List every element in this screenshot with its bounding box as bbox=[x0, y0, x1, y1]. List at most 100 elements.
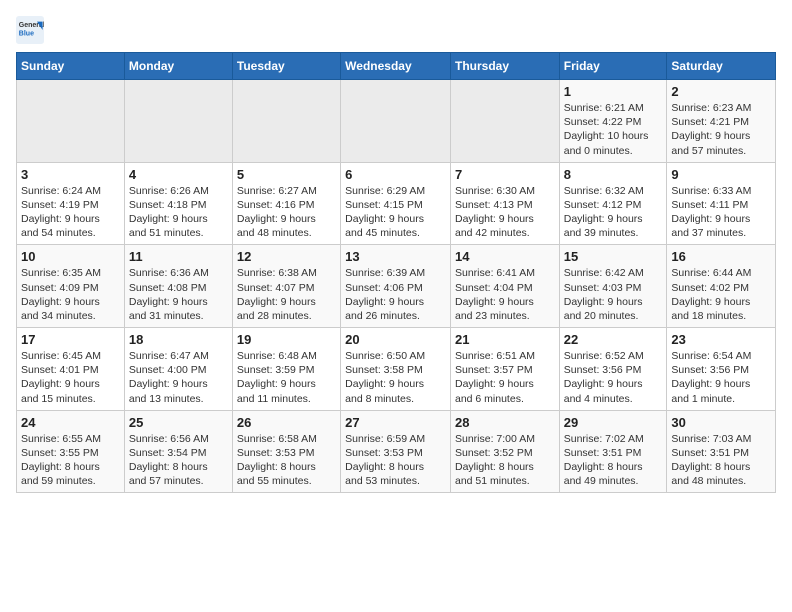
week-row-4: 24Sunrise: 6:55 AM Sunset: 3:55 PM Dayli… bbox=[17, 410, 776, 493]
logo: General Blue bbox=[16, 16, 48, 44]
day-number: 4 bbox=[129, 167, 228, 182]
day-number: 17 bbox=[21, 332, 120, 347]
day-number: 16 bbox=[671, 249, 771, 264]
day-info: Sunrise: 6:39 AM Sunset: 4:06 PM Dayligh… bbox=[345, 266, 446, 323]
header-thursday: Thursday bbox=[450, 53, 559, 80]
day-cell: 18Sunrise: 6:47 AM Sunset: 4:00 PM Dayli… bbox=[124, 328, 232, 411]
day-number: 29 bbox=[564, 415, 663, 430]
day-info: Sunrise: 6:32 AM Sunset: 4:12 PM Dayligh… bbox=[564, 184, 663, 241]
day-number: 20 bbox=[345, 332, 446, 347]
day-info: Sunrise: 6:35 AM Sunset: 4:09 PM Dayligh… bbox=[21, 266, 120, 323]
day-info: Sunrise: 6:48 AM Sunset: 3:59 PM Dayligh… bbox=[237, 349, 336, 406]
day-cell: 9Sunrise: 6:33 AM Sunset: 4:11 PM Daylig… bbox=[667, 162, 776, 245]
day-cell bbox=[124, 80, 232, 163]
day-info: Sunrise: 6:29 AM Sunset: 4:15 PM Dayligh… bbox=[345, 184, 446, 241]
header-wednesday: Wednesday bbox=[341, 53, 451, 80]
day-number: 25 bbox=[129, 415, 228, 430]
day-cell: 30 Sunrise: 7:03 AM Sunset: 3:51 PM Dayli… bbox=[667, 410, 776, 493]
day-info: Sunrise: 6:41 AM Sunset: 4:04 PM Dayligh… bbox=[455, 266, 555, 323]
day-cell: 28 Sunrise: 7:00 AM Sunset: 3:52 PM Dayli… bbox=[450, 410, 559, 493]
day-cell: 11 Sunrise: 6:36 AM Sunset: 4:08 PM Dayli… bbox=[124, 245, 232, 328]
top-section: General Blue bbox=[16, 16, 776, 48]
day-info: Sunrise: 6:45 AM Sunset: 4:01 PM Dayligh… bbox=[21, 349, 120, 406]
day-info: Sunrise: 6:24 AM Sunset: 4:19 PM Dayligh… bbox=[21, 184, 120, 241]
day-cell bbox=[17, 80, 125, 163]
day-info: Sunrise: 7:00 AM Sunset: 3:52 PM Dayligh… bbox=[455, 432, 555, 489]
week-row-3: 17 Sunrise: 6:45 AM Sunset: 4:01 PM Dayli… bbox=[17, 328, 776, 411]
day-cell: 13 Sunrise: 6:39 AM Sunset: 4:06 PM Dayli… bbox=[341, 245, 451, 328]
day-cell: 20 Sunrise: 6:50 AM Sunset: 3:58 PM Dayli… bbox=[341, 328, 451, 411]
calendar-table: SundayMondayTuesdayWednesdayThursdayFrid… bbox=[16, 52, 776, 493]
day-number: 13 bbox=[345, 249, 446, 264]
day-number: 1 bbox=[564, 84, 663, 99]
day-cell: 7 Sunrise: 6:30 AM Sunset: 4:13 PM Daylig… bbox=[450, 162, 559, 245]
day-number: 22 bbox=[564, 332, 663, 347]
day-info: Sunrise: 6:51 AM Sunset: 3:57 PM Dayligh… bbox=[455, 349, 555, 406]
day-cell: 4 Sunrise: 6:26 AM Sunset: 4:18 PM Daylig… bbox=[124, 162, 232, 245]
logo-icon: General Blue bbox=[16, 16, 44, 44]
day-number: 27 bbox=[345, 415, 446, 430]
day-cell: 6 Sunrise: 6:29 AM Sunset: 4:15 PM Daylig… bbox=[341, 162, 451, 245]
day-number: 26 bbox=[237, 415, 336, 430]
day-cell: 14Sunrise: 6:41 AM Sunset: 4:04 PM Dayli… bbox=[450, 245, 559, 328]
day-number: 12 bbox=[237, 249, 336, 264]
day-cell: 25 Sunrise: 6:56 AM Sunset: 3:54 PM Dayli… bbox=[124, 410, 232, 493]
day-cell: 1 Sunrise: 6:21 AM Sunset: 4:22 PM Daylig… bbox=[559, 80, 667, 163]
day-info: Sunrise: 6:58 AM Sunset: 3:53 PM Dayligh… bbox=[237, 432, 336, 489]
day-number: 19 bbox=[237, 332, 336, 347]
day-info: Sunrise: 6:47 AM Sunset: 4:00 PM Dayligh… bbox=[129, 349, 228, 406]
day-number: 7 bbox=[455, 167, 555, 182]
header-saturday: Saturday bbox=[667, 53, 776, 80]
day-info: Sunrise: 6:50 AM Sunset: 3:58 PM Dayligh… bbox=[345, 349, 446, 406]
day-number: 5 bbox=[237, 167, 336, 182]
day-number: 28 bbox=[455, 415, 555, 430]
day-info: Sunrise: 6:21 AM Sunset: 4:22 PM Dayligh… bbox=[564, 101, 663, 158]
day-cell: 24Sunrise: 6:55 AM Sunset: 3:55 PM Dayli… bbox=[17, 410, 125, 493]
day-info: Sunrise: 6:55 AM Sunset: 3:55 PM Dayligh… bbox=[21, 432, 120, 489]
header-monday: Monday bbox=[124, 53, 232, 80]
day-info: Sunrise: 6:27 AM Sunset: 4:16 PM Dayligh… bbox=[237, 184, 336, 241]
day-cell: 29 Sunrise: 7:02 AM Sunset: 3:51 PM Dayli… bbox=[559, 410, 667, 493]
week-row-1: 3Sunrise: 6:24 AM Sunset: 4:19 PM Daylig… bbox=[17, 162, 776, 245]
day-info: Sunrise: 6:56 AM Sunset: 3:54 PM Dayligh… bbox=[129, 432, 228, 489]
day-cell: 19 Sunrise: 6:48 AM Sunset: 3:59 PM Dayli… bbox=[232, 328, 340, 411]
day-info: Sunrise: 6:42 AM Sunset: 4:03 PM Dayligh… bbox=[564, 266, 663, 323]
calendar-body: 1 Sunrise: 6:21 AM Sunset: 4:22 PM Daylig… bbox=[17, 80, 776, 493]
day-cell: 16Sunrise: 6:44 AM Sunset: 4:02 PM Dayli… bbox=[667, 245, 776, 328]
day-info: Sunrise: 6:36 AM Sunset: 4:08 PM Dayligh… bbox=[129, 266, 228, 323]
day-number: 8 bbox=[564, 167, 663, 182]
day-info: Sunrise: 6:23 AM Sunset: 4:21 PM Dayligh… bbox=[671, 101, 771, 158]
day-number: 2 bbox=[671, 84, 771, 99]
day-cell: 22 Sunrise: 6:52 AM Sunset: 3:56 PM Dayli… bbox=[559, 328, 667, 411]
day-cell bbox=[232, 80, 340, 163]
day-cell: 10Sunrise: 6:35 AM Sunset: 4:09 PM Dayli… bbox=[17, 245, 125, 328]
day-info: Sunrise: 7:02 AM Sunset: 3:51 PM Dayligh… bbox=[564, 432, 663, 489]
day-number: 9 bbox=[671, 167, 771, 182]
header-friday: Friday bbox=[559, 53, 667, 80]
day-number: 6 bbox=[345, 167, 446, 182]
day-cell: 5 Sunrise: 6:27 AM Sunset: 4:16 PM Daylig… bbox=[232, 162, 340, 245]
day-cell: 27 Sunrise: 6:59 AM Sunset: 3:53 PM Dayli… bbox=[341, 410, 451, 493]
day-cell: 15 Sunrise: 6:42 AM Sunset: 4:03 PM Dayli… bbox=[559, 245, 667, 328]
day-cell: 26 Sunrise: 6:58 AM Sunset: 3:53 PM Dayli… bbox=[232, 410, 340, 493]
day-info: Sunrise: 6:26 AM Sunset: 4:18 PM Dayligh… bbox=[129, 184, 228, 241]
day-cell: 17 Sunrise: 6:45 AM Sunset: 4:01 PM Dayli… bbox=[17, 328, 125, 411]
day-cell bbox=[341, 80, 451, 163]
day-cell: 21Sunrise: 6:51 AM Sunset: 3:57 PM Dayli… bbox=[450, 328, 559, 411]
day-number: 30 bbox=[671, 415, 771, 430]
header-sunday: Sunday bbox=[17, 53, 125, 80]
calendar-header: SundayMondayTuesdayWednesdayThursdayFrid… bbox=[17, 53, 776, 80]
day-number: 11 bbox=[129, 249, 228, 264]
day-cell bbox=[450, 80, 559, 163]
svg-text:Blue: Blue bbox=[19, 31, 34, 38]
day-info: Sunrise: 6:59 AM Sunset: 3:53 PM Dayligh… bbox=[345, 432, 446, 489]
day-info: Sunrise: 7:03 AM Sunset: 3:51 PM Dayligh… bbox=[671, 432, 771, 489]
day-info: Sunrise: 6:52 AM Sunset: 3:56 PM Dayligh… bbox=[564, 349, 663, 406]
day-number: 15 bbox=[564, 249, 663, 264]
day-info: Sunrise: 6:54 AM Sunset: 3:56 PM Dayligh… bbox=[671, 349, 771, 406]
day-info: Sunrise: 6:30 AM Sunset: 4:13 PM Dayligh… bbox=[455, 184, 555, 241]
header-tuesday: Tuesday bbox=[232, 53, 340, 80]
week-row-0: 1 Sunrise: 6:21 AM Sunset: 4:22 PM Daylig… bbox=[17, 80, 776, 163]
week-row-2: 10Sunrise: 6:35 AM Sunset: 4:09 PM Dayli… bbox=[17, 245, 776, 328]
day-cell: 3Sunrise: 6:24 AM Sunset: 4:19 PM Daylig… bbox=[17, 162, 125, 245]
